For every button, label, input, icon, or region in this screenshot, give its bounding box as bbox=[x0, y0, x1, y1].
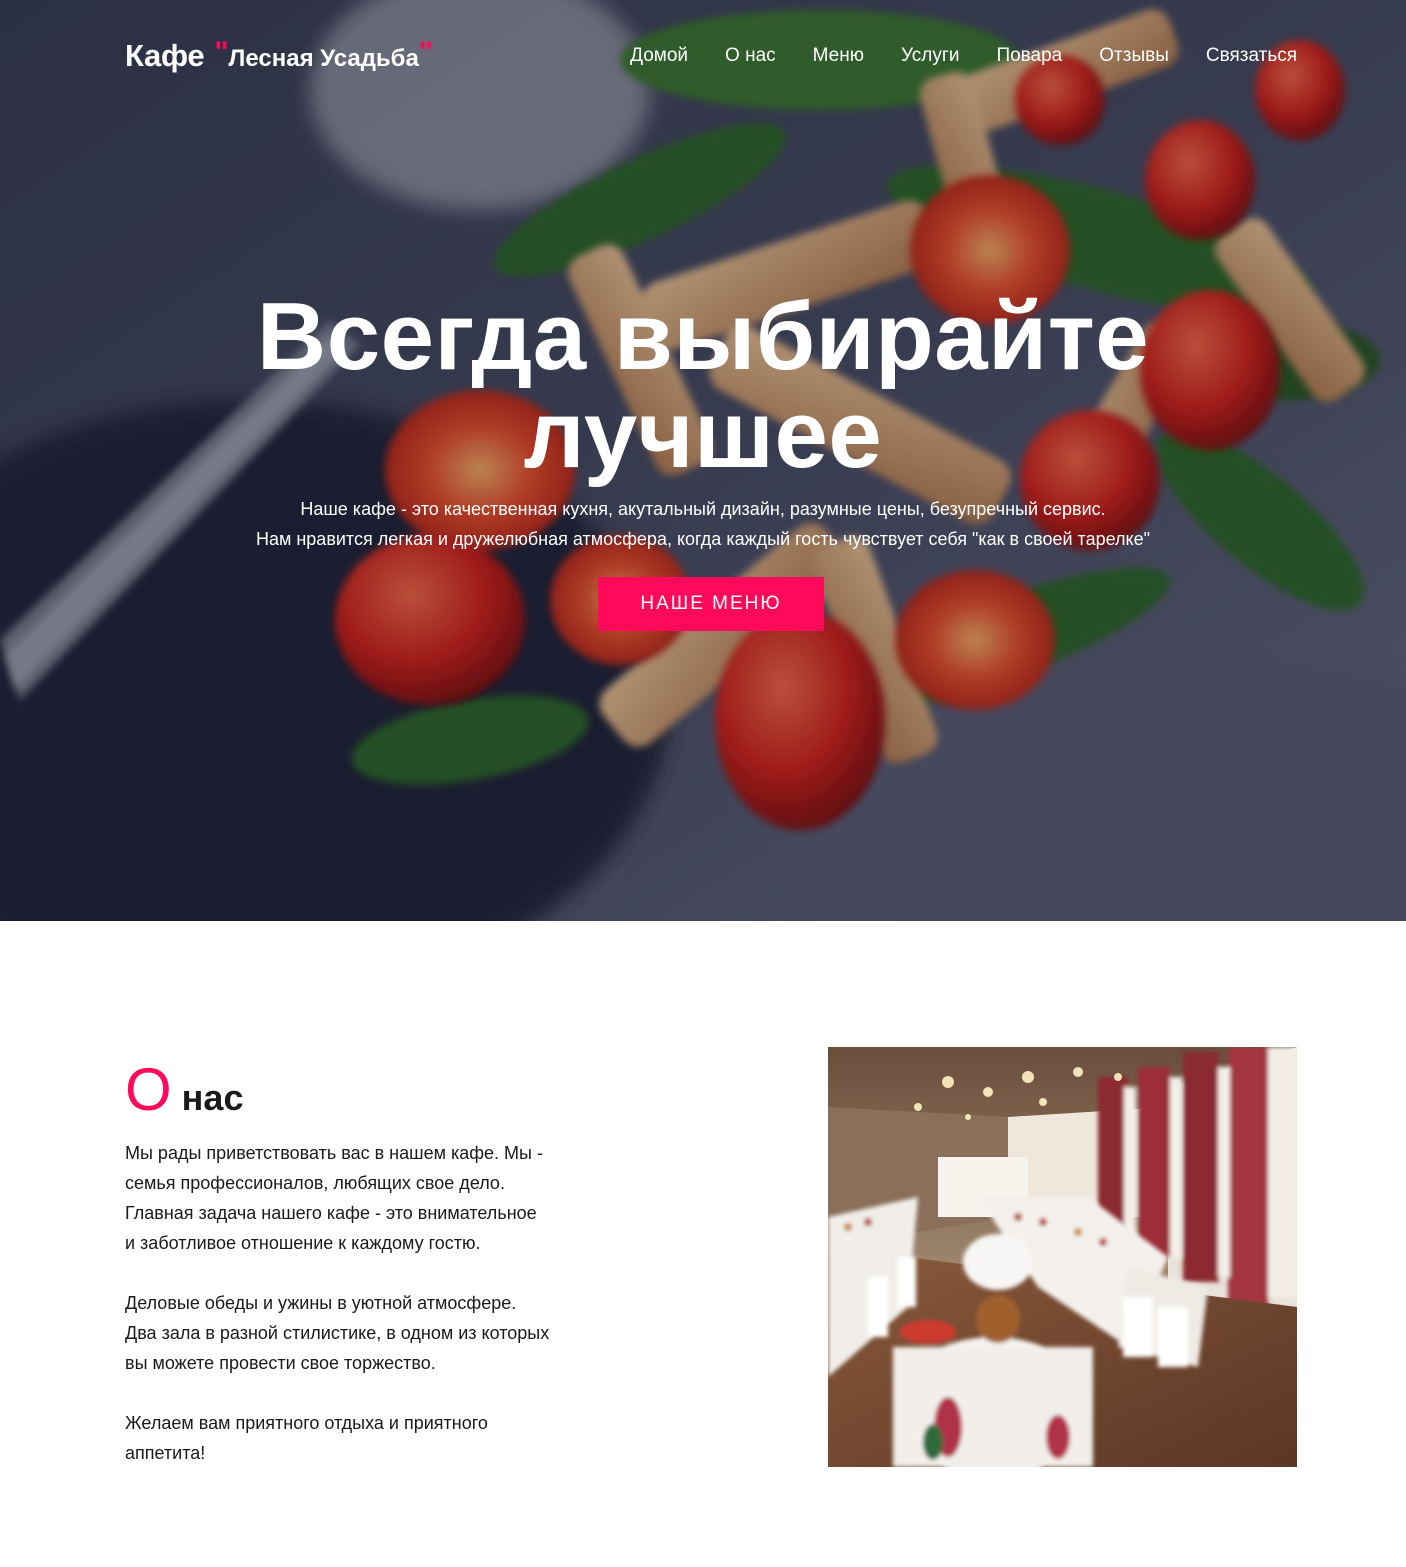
hero-title: Всегда выбирайте лучшее bbox=[0, 288, 1406, 484]
nav-link-about[interactable]: О нас bbox=[725, 45, 776, 67]
about-line: семья профессионалов, любящих свое дело. bbox=[125, 1173, 505, 1193]
nav-link-chefs[interactable]: Повара bbox=[996, 45, 1062, 67]
nav-link-reviews[interactable]: Отзывы bbox=[1099, 45, 1169, 67]
nav-link-menu[interactable]: Меню bbox=[813, 45, 864, 67]
about-paragraph: Мы рады приветствовать вас в нашем кафе.… bbox=[125, 1138, 625, 1258]
brand-main-text: Кафе bbox=[125, 38, 205, 73]
hero-description-line: Нам нравится легкая и дружелюбная атмосф… bbox=[255, 529, 1151, 549]
main-nav: Домой О нас Меню Услуги Повара Отзывы Св… bbox=[630, 45, 1297, 67]
brand-quote-open: " bbox=[214, 36, 229, 69]
hero-section: Кафе "Лесная Усадьба" Домой О нас Меню У… bbox=[0, 0, 1406, 921]
about-title-accent-letter: О bbox=[125, 1056, 172, 1123]
about-line: Два зала в разной стилистике, в одном из… bbox=[125, 1323, 550, 1343]
hero-description-line: Наше кафе - это качественная кухня, акут… bbox=[300, 499, 1106, 519]
about-title: О нас bbox=[125, 1060, 243, 1120]
brand-quote-close: " bbox=[418, 36, 434, 69]
about-line: и заботливое отношение к каждому гостю. bbox=[125, 1233, 481, 1253]
brand-logo[interactable]: Кафе "Лесная Усадьба" bbox=[125, 36, 433, 74]
about-line: вы можете провести свое торжество. bbox=[125, 1353, 436, 1373]
about-paragraph: Деловые обеды и ужины в уютной атмосфере… bbox=[125, 1288, 625, 1378]
about-text: Мы рады приветствовать вас в нашем кафе.… bbox=[125, 1138, 625, 1498]
banquet-hall-photo bbox=[828, 1047, 1297, 1467]
about-paragraph: Желаем вам приятного отдыха и приятного … bbox=[125, 1408, 625, 1468]
about-title-rest: нас bbox=[181, 1077, 244, 1118]
our-menu-button[interactable]: Наше меню bbox=[598, 577, 824, 631]
hero-title-line: Всегда выбирайте bbox=[256, 283, 1150, 390]
top-navbar: Кафе "Лесная Усадьба" Домой О нас Меню У… bbox=[0, 0, 1406, 115]
brand-name: "Лесная Усадьба" bbox=[214, 36, 433, 74]
about-line: Мы рады приветствовать вас в нашем кафе.… bbox=[125, 1143, 543, 1163]
about-line: Желаем вам приятного отдыха и приятного bbox=[125, 1413, 488, 1433]
about-line: Деловые обеды и ужины в уютной атмосфере… bbox=[125, 1293, 517, 1313]
nav-link-contact[interactable]: Связаться bbox=[1206, 45, 1297, 67]
brand-name-text: Лесная Усадьба bbox=[228, 45, 419, 72]
hero-description: Наше кафе - это качественная кухня, акут… bbox=[0, 494, 1406, 554]
nav-link-home[interactable]: Домой bbox=[630, 45, 688, 67]
nav-link-services[interactable]: Услуги bbox=[901, 45, 959, 67]
about-line: Главная задача нашего кафе - это внимате… bbox=[125, 1203, 537, 1223]
hero-title-line: лучшее bbox=[523, 381, 883, 488]
about-line: аппетита! bbox=[125, 1443, 206, 1463]
